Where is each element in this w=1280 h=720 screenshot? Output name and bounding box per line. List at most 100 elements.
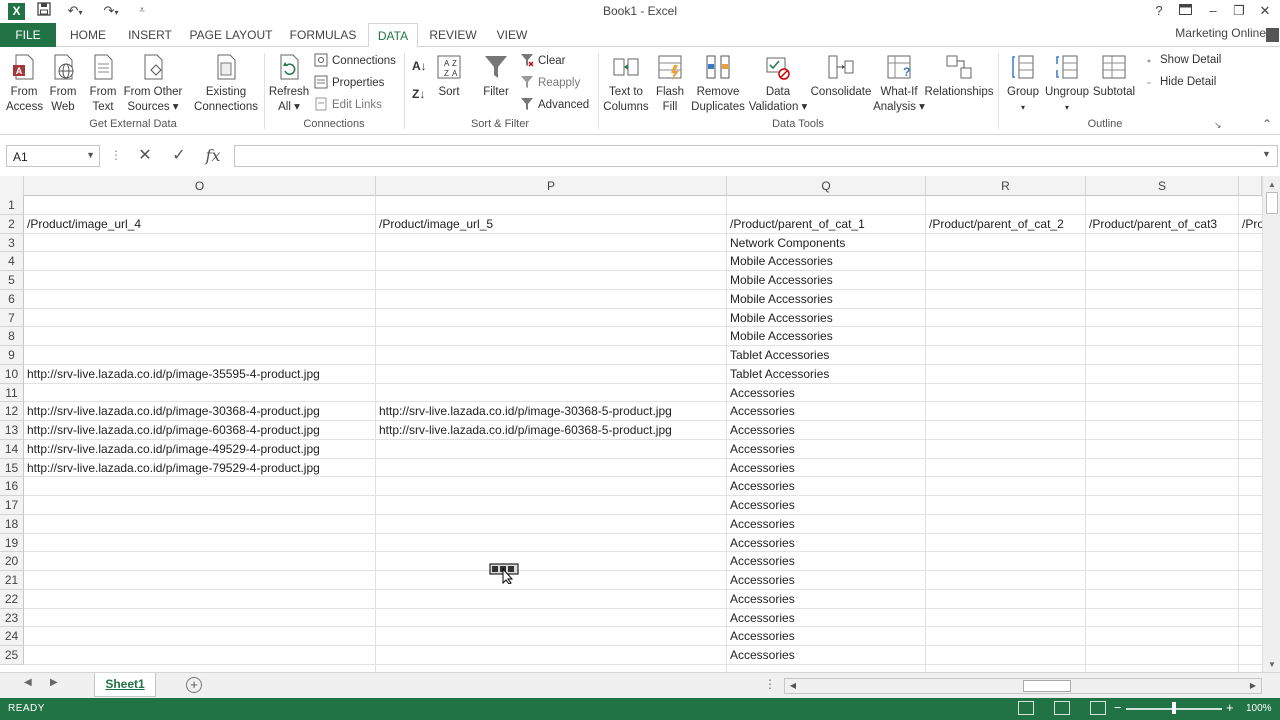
row-header[interactable]: 19 bbox=[0, 533, 24, 553]
cell-q[interactable]: Accessories bbox=[727, 571, 926, 590]
user-avatar[interactable] bbox=[1266, 28, 1279, 42]
sort-button[interactable]: AZZA Sort bbox=[432, 53, 466, 100]
hide-detail-button[interactable]: ⁻ Hide Detail bbox=[1142, 75, 1216, 93]
zoom-level[interactable]: 100% bbox=[1246, 703, 1272, 714]
cell-o[interactable]: http://srv-live.lazada.co.id/p/image-495… bbox=[24, 440, 376, 459]
cell-p[interactable]: http://srv-live.lazada.co.id/p/image-603… bbox=[376, 421, 727, 440]
row-header[interactable]: 17 bbox=[0, 496, 24, 515]
text-to-columns-button[interactable]: Text to Columns bbox=[602, 53, 650, 115]
scroll-right-icon[interactable]: ▶ bbox=[1246, 679, 1260, 693]
tab-page-layout[interactable]: PAGE LAYOUT bbox=[188, 23, 274, 47]
cell-q[interactable]: Accessories bbox=[727, 646, 926, 665]
cell-q[interactable]: Accessories bbox=[727, 384, 926, 403]
cell-q[interactable]: Network Components bbox=[727, 234, 926, 253]
row-header[interactable]: 10 bbox=[0, 364, 24, 384]
what-if-analysis-button[interactable]: ? What-If Analysis ▾ bbox=[872, 53, 926, 115]
cell-q[interactable]: Accessories bbox=[727, 402, 926, 421]
sort-z-to-a-icon[interactable]: Z↓ bbox=[412, 87, 425, 101]
name-box[interactable]: A1 ▼ bbox=[6, 145, 100, 167]
cell-p[interactable]: http://srv-live.lazada.co.id/p/image-303… bbox=[376, 402, 727, 421]
collapse-ribbon-icon[interactable]: ⌃ bbox=[1262, 117, 1272, 131]
cell-q[interactable]: Accessories bbox=[727, 534, 926, 553]
row-header[interactable]: 3 bbox=[0, 233, 24, 253]
relationships-button[interactable]: Relationships bbox=[924, 53, 994, 100]
restore-icon[interactable]: ❐ bbox=[1228, 2, 1250, 20]
row-header[interactable]: 12 bbox=[0, 402, 24, 421]
cell-q[interactable]: Accessories bbox=[727, 552, 926, 571]
cell-q[interactable]: Accessories bbox=[727, 609, 926, 628]
tab-file[interactable]: FILE bbox=[0, 23, 56, 47]
clear-filter-button[interactable]: Clear bbox=[520, 53, 565, 68]
name-box-dropdown-icon[interactable]: ▼ bbox=[86, 150, 95, 160]
cell-q[interactable]: Mobile Accessories bbox=[727, 252, 926, 271]
insert-function-icon[interactable]: fx bbox=[200, 145, 226, 167]
cell-q[interactable]: Accessories bbox=[727, 627, 926, 646]
row-header[interactable]: 14 bbox=[0, 439, 24, 459]
cell-o[interactable]: http://srv-live.lazada.co.id/p/image-603… bbox=[24, 421, 376, 440]
row-header[interactable]: 4 bbox=[0, 252, 24, 271]
zoom-slider-knob[interactable] bbox=[1172, 702, 1176, 714]
row-header[interactable]: 16 bbox=[0, 477, 24, 496]
remove-duplicates-button[interactable]: Remove Duplicates bbox=[690, 53, 746, 115]
row-header[interactable]: 23 bbox=[0, 608, 24, 628]
subtotal-button[interactable]: Subtotal bbox=[1092, 53, 1136, 100]
header-cell[interactable]: /Product/image_url_4 bbox=[24, 215, 376, 234]
from-other-sources-button[interactable]: From Other Sources ▾ bbox=[122, 53, 184, 115]
page-break-view-icon[interactable] bbox=[1090, 701, 1106, 715]
scroll-up-icon[interactable]: ▲ bbox=[1263, 178, 1280, 192]
cell-q[interactable]: Accessories bbox=[727, 590, 926, 609]
header-cell[interactable]: /Product/parent_of_cat_2 bbox=[926, 215, 1086, 234]
header-cell[interactable]: /Product/image_url_5 bbox=[376, 215, 727, 234]
advanced-filter-button[interactable]: Advanced bbox=[520, 97, 589, 112]
row-header[interactable]: 9 bbox=[0, 346, 24, 365]
select-all-corner[interactable] bbox=[0, 176, 24, 196]
cell-q[interactable]: Accessories bbox=[727, 440, 926, 459]
consolidate-button[interactable]: Consolidate bbox=[810, 53, 872, 100]
sheet-tab-sheet1[interactable]: Sheet1 bbox=[94, 673, 156, 697]
cell-q[interactable]: Tablet Accessories bbox=[727, 365, 926, 384]
cancel-icon[interactable]: ✕ bbox=[132, 145, 158, 167]
row-header[interactable]: 13 bbox=[0, 421, 24, 440]
ribbon-display-options-icon[interactable] bbox=[1174, 2, 1196, 20]
zoom-in-icon[interactable]: + bbox=[1226, 700, 1234, 715]
cell-q[interactable]: Accessories bbox=[727, 459, 926, 478]
from-web-button[interactable]: From Web bbox=[46, 53, 80, 115]
row-header[interactable]: 2 bbox=[0, 214, 24, 234]
from-text-button[interactable]: From Text bbox=[86, 53, 120, 115]
tab-home[interactable]: HOME bbox=[64, 23, 112, 47]
cell-o[interactable]: http://srv-live.lazada.co.id/p/image-303… bbox=[24, 402, 376, 421]
cell-o[interactable]: http://srv-live.lazada.co.id/p/image-795… bbox=[24, 459, 376, 478]
close-icon[interactable]: ✕ bbox=[1254, 2, 1276, 20]
cell-o[interactable]: http://srv-live.lazada.co.id/p/image-355… bbox=[24, 365, 376, 384]
row-header[interactable]: 6 bbox=[0, 289, 24, 309]
row-header[interactable]: 21 bbox=[0, 571, 24, 590]
tab-view[interactable]: VIEW bbox=[490, 23, 534, 47]
column-header-t[interactable] bbox=[1239, 176, 1262, 196]
row-header[interactable]: 15 bbox=[0, 458, 24, 478]
column-header-p[interactable]: P bbox=[376, 176, 727, 196]
row-header[interactable]: 1 bbox=[0, 196, 24, 215]
worksheet-grid[interactable]: O P Q R S 1 2 3 4 5 6 7 8 9 10 11 12 13 14 15 16 17 18 19 2… bbox=[0, 176, 1262, 672]
from-access-button[interactable]: A From Access bbox=[6, 53, 43, 115]
row-header[interactable]: 7 bbox=[0, 308, 24, 328]
account-name[interactable]: Marketing Online bbox=[1175, 26, 1266, 40]
new-sheet-icon[interactable]: + bbox=[186, 677, 202, 693]
connections-button[interactable]: Connections bbox=[314, 53, 396, 68]
cell-q[interactable]: Mobile Accessories bbox=[727, 271, 926, 290]
tab-formulas[interactable]: FORMULAS bbox=[286, 23, 360, 47]
data-validation-button[interactable]: Data Validation ▾ bbox=[746, 53, 810, 115]
row-header[interactable]: 22 bbox=[0, 589, 24, 609]
outline-dialog-launcher-icon[interactable]: ↘ bbox=[1214, 120, 1222, 131]
header-cell[interactable]: /Pro bbox=[1239, 215, 1262, 234]
scroll-left-icon[interactable]: ◀ bbox=[786, 679, 800, 693]
header-cell[interactable]: /Product/parent_of_cat_1 bbox=[727, 215, 926, 234]
help-icon[interactable]: ? bbox=[1148, 2, 1170, 20]
row-header[interactable]: 24 bbox=[0, 627, 24, 646]
column-header-s[interactable]: S bbox=[1086, 176, 1239, 196]
group-button[interactable]: Group ▾ bbox=[1004, 53, 1042, 115]
header-cell[interactable]: /Product/parent_of_cat3 bbox=[1086, 215, 1239, 234]
edit-links-button[interactable]: Edit Links bbox=[314, 97, 382, 112]
vertical-scrollbar[interactable]: ▲ ▼ bbox=[1262, 176, 1280, 672]
cell-q[interactable]: Accessories bbox=[727, 496, 926, 515]
row-header[interactable]: 25 bbox=[0, 646, 24, 665]
